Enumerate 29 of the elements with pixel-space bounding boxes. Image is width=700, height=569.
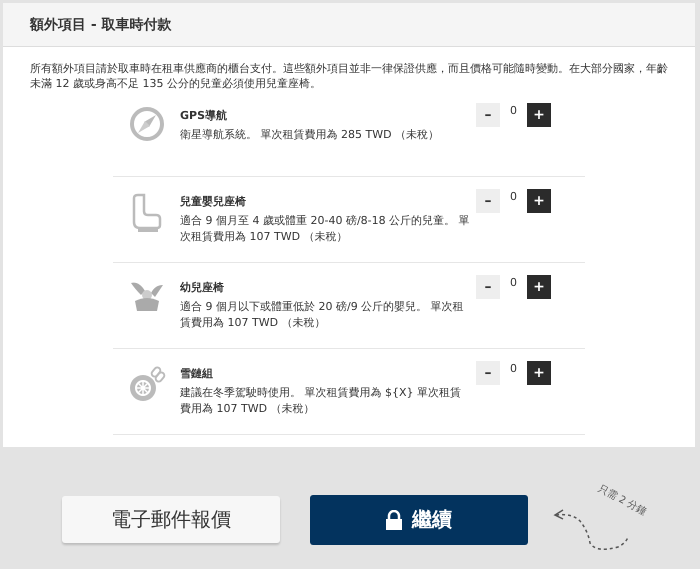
extra-name: 幼兒座椅 (180, 280, 225, 295)
decrease-button[interactable]: – (476, 361, 500, 385)
extra-description: 衛星導航系統。 單次租賃費用為 285 TWD （未稅） (180, 127, 440, 143)
extra-name: 雪鏈組 (180, 366, 214, 381)
extra-description: 建議在冬季駕駛時使用。 單次租賃費用為 ${X} 單次租賃費用為 107 TWD （未稅） (180, 385, 462, 417)
panel-title: 額外項目 - 取車時付款 (30, 16, 172, 34)
annotation-text: 只需 2 分鐘 (596, 482, 649, 519)
quantity-value: 0 (509, 103, 518, 119)
increase-button[interactable]: + (527, 103, 551, 127)
email-quote-button[interactable]: 電子郵件報價 (62, 496, 280, 543)
increase-button[interactable]: + (527, 361, 551, 385)
intro-text: 所有額外項目請於取車時在租車供應商的櫃台支付。這些額外項目並非一律保證供應，而且價格可能隨時變動。在大部分國家，年齡未滿 12 歲或身高不足 135 公分的兒童必須使用兒童座椅。 (29, 61, 669, 91)
quantity-value: 0 (509, 275, 518, 291)
decrease-button[interactable]: – (476, 103, 500, 127)
continue-button[interactable]: 繼續 (310, 494, 528, 544)
tire-chain-icon (128, 365, 166, 403)
child-seat-icon (132, 193, 162, 233)
extra-name: GPS導航 (180, 108, 228, 123)
decrease-button[interactable]: – (476, 275, 500, 299)
increase-button[interactable]: + (527, 189, 551, 213)
quantity-value: 0 (509, 361, 518, 377)
increase-button[interactable]: + (527, 275, 551, 299)
extra-name: 兒童嬰兒座椅 (180, 194, 247, 209)
extra-description: 適合 9 個月至 4 歲或體重 20-40 磅/8-18 公斤的兒童。 單次租賃費用為 107 TWD （未稅） (180, 213, 470, 245)
compass-icon (130, 107, 164, 141)
decrease-button[interactable]: – (476, 189, 500, 213)
extra-description: 適合 9 個月以下或體重低於 20 磅/9 公斤的嬰兒。 單次租賃費用為 107 TWD （未稅） (180, 299, 465, 331)
lock-icon (386, 510, 402, 530)
quantity-value: 0 (509, 189, 518, 205)
